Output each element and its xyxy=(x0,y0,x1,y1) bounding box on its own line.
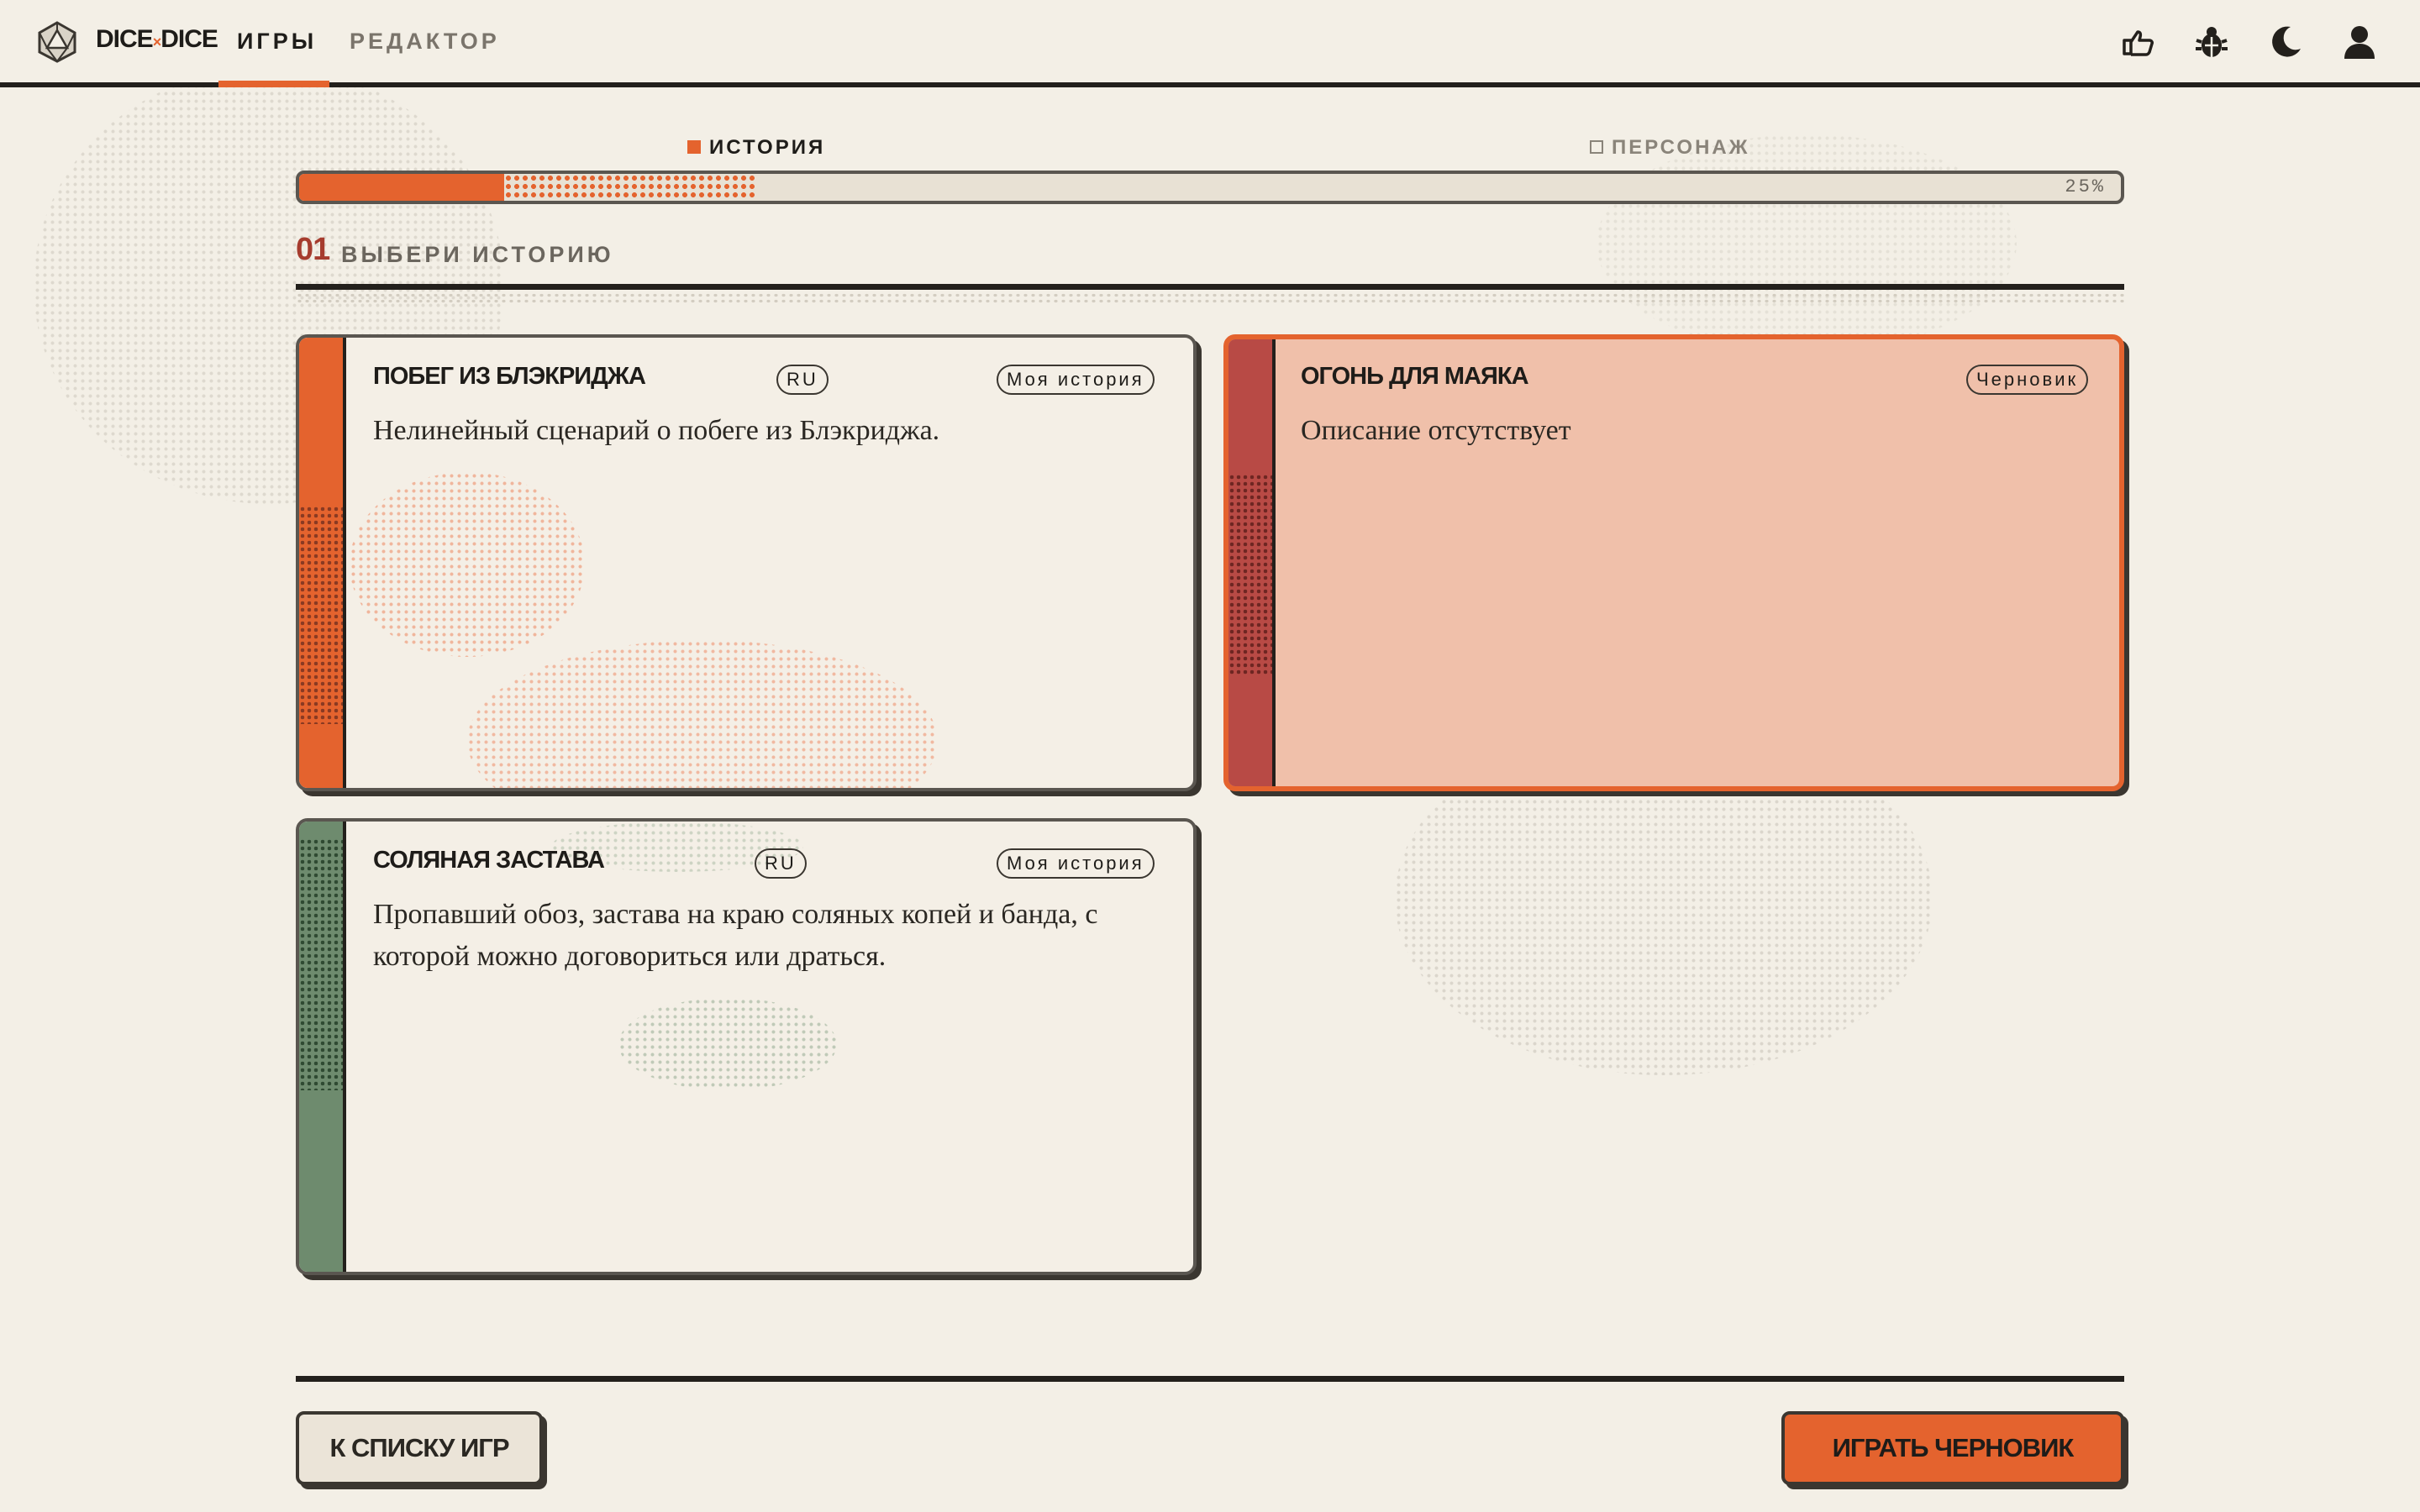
step-character[interactable]: ПЕРСОНАЖ xyxy=(1590,136,1749,160)
progress-percent: 25% xyxy=(2065,176,2106,197)
section-title: ВЫБЕРИ ИСТОРИЮ xyxy=(341,242,614,267)
card-accent-strip xyxy=(299,822,346,1272)
card-halftone xyxy=(350,472,585,657)
section-number: 01 xyxy=(296,232,330,267)
step-inactive-marker xyxy=(1590,140,1603,154)
language-badge: RU xyxy=(755,848,807,879)
brand-right: DICE xyxy=(160,25,218,53)
footer-divider xyxy=(296,1376,2124,1382)
step-active-marker xyxy=(687,140,701,154)
user-icon[interactable] xyxy=(2339,22,2380,62)
step-character-label: ПЕРСОНАЖ xyxy=(1612,136,1750,159)
strip-dither xyxy=(299,838,343,1090)
card-title: СОЛЯНАЯ ЗАСТАВА xyxy=(373,847,605,874)
card-description: Пропавший обоз, застава на краю соляных … xyxy=(373,899,1098,972)
background-halftone xyxy=(1597,134,2017,353)
card-halftone xyxy=(467,640,938,788)
active-tab-indicator xyxy=(218,81,329,87)
progress-bar: 25% xyxy=(296,171,2124,204)
play-draft-button[interactable]: ИГРАТЬ ЧЕРНОВИК xyxy=(1781,1411,2124,1485)
moon-icon[interactable] xyxy=(2265,22,2306,62)
step-story-label: ИСТОРИЯ xyxy=(709,136,826,159)
step-story[interactable]: ИСТОРИЯ xyxy=(687,136,825,160)
progress-fill xyxy=(299,174,504,201)
bug-icon[interactable] xyxy=(2191,22,2232,62)
brand-wordmark[interactable]: DICE×DICE xyxy=(96,25,218,54)
language-badge: RU xyxy=(776,365,829,395)
feedback-icon[interactable] xyxy=(2118,22,2158,62)
card-halftone xyxy=(618,998,837,1090)
draft-badge: Черновик xyxy=(1966,365,2089,395)
story-card[interactable]: СОЛЯНАЯ ЗАСТАВА RU Моя история Пропавший… xyxy=(296,818,1197,1275)
card-accent-strip xyxy=(1228,339,1276,786)
top-header: DICE×DICE ИГРЫ РЕДАКТОР xyxy=(0,0,2420,87)
brand-left: DICE xyxy=(96,25,154,53)
card-title: ПОБЕГ ИЗ БЛЭКРИДЖА xyxy=(373,363,646,390)
section-divider xyxy=(296,284,2124,290)
card-title: ОГОНЬ ДЛЯ МАЯКА xyxy=(1301,363,1529,390)
card-description: Описание отсутствует xyxy=(1301,415,1571,446)
progress-dither xyxy=(503,174,755,201)
card-accent-strip xyxy=(299,338,346,788)
strip-dither xyxy=(299,506,343,724)
ownership-badge: Моя история xyxy=(997,848,1155,879)
section-divider-dots xyxy=(296,292,2124,304)
strip-dither xyxy=(1228,474,1272,675)
nav-tab-games[interactable]: ИГРЫ xyxy=(237,29,317,55)
card-description: Нелинейный сценарий о побеге из Блэкридж… xyxy=(373,415,940,446)
nav-tab-editor[interactable]: РЕДАКТОР xyxy=(350,29,500,55)
story-card-selected[interactable]: ОГОНЬ ДЛЯ МАЯКА Черновик Описание отсутс… xyxy=(1223,334,2124,791)
ownership-badge: Моя история xyxy=(997,365,1155,395)
story-card[interactable]: ПОБЕГ ИЗ БЛЭКРИДЖА RU Моя история Нелине… xyxy=(296,334,1197,791)
back-to-games-button[interactable]: К СПИСКУ ИГР xyxy=(296,1411,543,1485)
brand-separator: × xyxy=(152,34,161,50)
d20-dice-logo-icon[interactable] xyxy=(35,20,79,64)
